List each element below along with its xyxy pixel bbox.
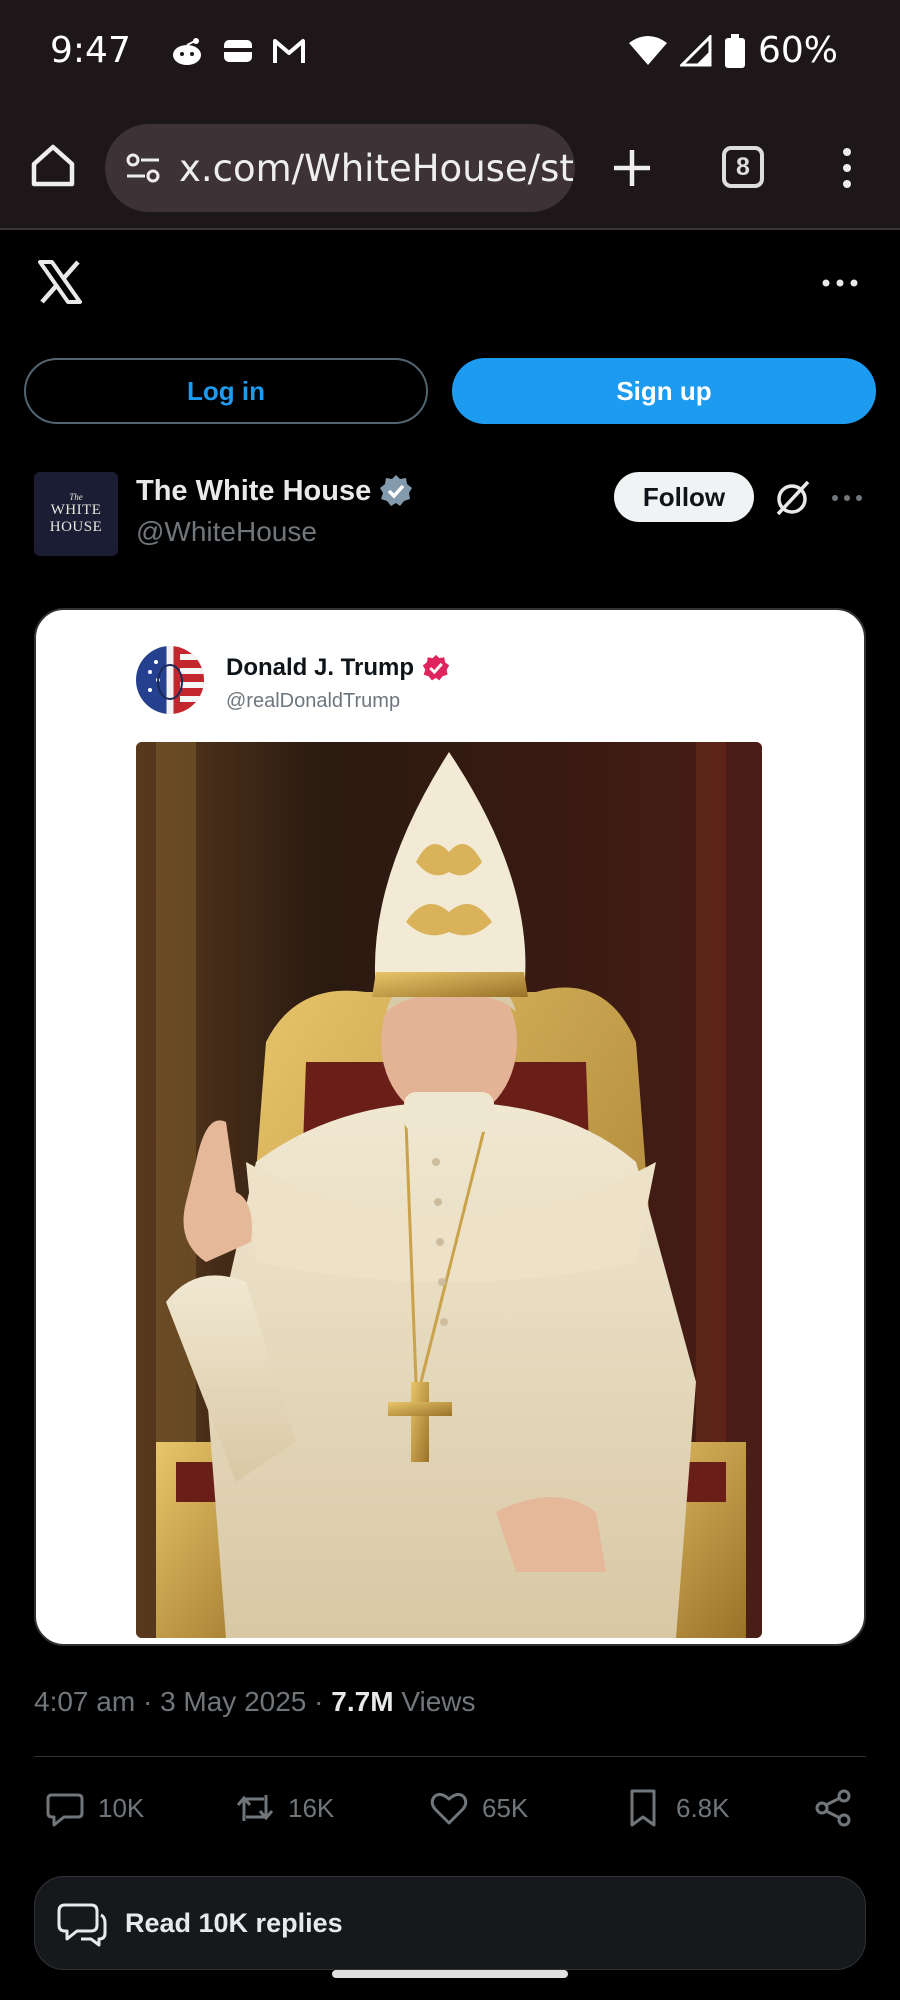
gesture-navigation-bar[interactable] <box>332 1970 568 1978</box>
reddit-icon <box>173 38 201 65</box>
share-button[interactable] <box>812 1784 854 1832</box>
reply-count: 10K <box>98 1792 145 1823</box>
embedded-name-text: Donald J. Trump <box>226 654 415 681</box>
gmail-icon <box>273 39 305 63</box>
embedded-author-name: Donald J. Trump <box>226 654 450 682</box>
repost-button[interactable]: 16K <box>234 1784 334 1832</box>
author-handle[interactable]: @WhiteHouse <box>136 516 317 548</box>
post-date[interactable]: 3 May 2025 <box>160 1686 306 1717</box>
heart-icon <box>430 1792 468 1825</box>
avatar-text-the: The <box>69 492 83 502</box>
replies-bubbles-icon <box>57 1903 107 1947</box>
battery-percentage: 60% <box>757 30 838 71</box>
plus-icon[interactable] <box>610 146 654 190</box>
avatar[interactable]: The WHITE HOUSE <box>34 472 118 556</box>
avatar-text-white: WHITE <box>50 502 102 518</box>
read-replies-label[interactable]: Read 10K replies <box>125 1908 343 1939</box>
bookmark-button[interactable]: 6.8K <box>622 1784 730 1832</box>
divider <box>34 1756 866 1757</box>
views-count: 7.7M <box>331 1686 394 1717</box>
site-settings-icon[interactable] <box>123 148 163 188</box>
pink-verified-badge-icon <box>422 654 450 681</box>
author-name-text[interactable]: The White House <box>136 475 371 508</box>
wifi-icon <box>628 35 667 65</box>
browser-toolbar: x.com/WhiteHouse/st 8 <box>0 110 900 230</box>
post-time[interactable]: 4:07 am <box>34 1686 135 1717</box>
more-icon[interactable] <box>820 268 860 298</box>
repost-count: 16K <box>288 1792 335 1823</box>
battery-icon <box>724 33 745 68</box>
views-label: Views <box>401 1686 476 1717</box>
wallet-icon <box>224 40 252 62</box>
bookmark-icon <box>630 1789 656 1827</box>
tabs-button[interactable]: 8 <box>722 146 764 188</box>
embedded-author-handle: @realDonaldTrump <box>226 690 401 712</box>
system-icons: 60% <box>628 30 838 71</box>
share-icon <box>815 1789 851 1827</box>
reply-button[interactable]: 10K <box>44 1784 144 1832</box>
post-more-icon[interactable] <box>830 486 864 510</box>
pope-portrait-image <box>136 742 762 1638</box>
tab-count: 8 <box>736 152 750 181</box>
read-replies-button[interactable]: Read 10K replies <box>34 1876 866 1970</box>
reply-icon <box>46 1793 84 1827</box>
grok-icon[interactable] <box>772 478 812 518</box>
like-count: 65K <box>482 1792 529 1823</box>
post-timestamp[interactable]: 4:07 am · 3 May 2025 · 7.7M Views <box>34 1686 476 1718</box>
notification-icons <box>170 36 306 66</box>
login-button[interactable]: Log in <box>24 358 428 424</box>
embedded-avatar <box>136 646 204 714</box>
bookmark-count: 6.8K <box>676 1792 730 1823</box>
address-bar[interactable]: x.com/WhiteHouse/st <box>105 124 575 212</box>
signup-button[interactable]: Sign up <box>452 358 876 424</box>
post-media[interactable]: Donald J. Trump @realDonaldTrump <box>34 608 866 1646</box>
embedded-avatar-image <box>148 654 204 702</box>
cellular-signal-icon <box>679 34 712 66</box>
url-text[interactable]: x.com/WhiteHouse/st <box>179 147 574 190</box>
author-name[interactable]: The White House <box>136 474 413 508</box>
kebab-menu-icon[interactable] <box>832 146 862 190</box>
like-button[interactable]: 65K <box>428 1784 528 1832</box>
status-bar: 9:47 60% <box>0 0 900 110</box>
verified-badge-icon <box>380 475 413 506</box>
x-logo-icon[interactable] <box>36 258 84 306</box>
status-time: 9:47 <box>50 30 131 71</box>
avatar-text-house: HOUSE <box>49 519 103 535</box>
home-icon[interactable] <box>28 140 78 190</box>
follow-button[interactable]: Follow <box>614 472 754 522</box>
repost-icon <box>236 1795 274 1821</box>
